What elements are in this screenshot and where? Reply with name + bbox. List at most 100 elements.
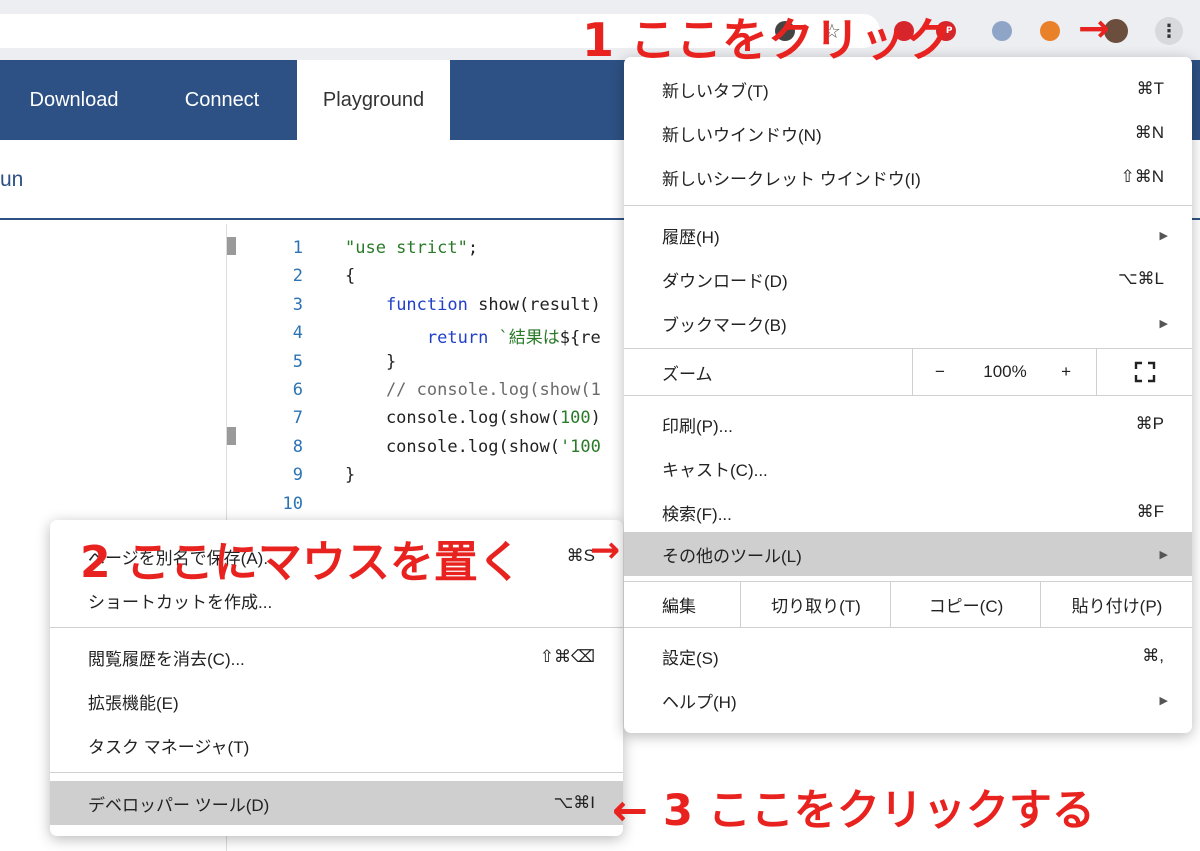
menu-divider [624, 395, 1192, 396]
code-token: console.log(show( [345, 436, 560, 457]
menu-item-shortcut: ⌘T [1136, 79, 1164, 98]
code-line: // console.log(show(1 [345, 380, 601, 400]
menu-item-shortcut: ⌘F [1136, 502, 1164, 521]
code-token: "use strict" [345, 238, 468, 258]
run-button[interactable]: un [0, 168, 23, 192]
menu-divider [624, 205, 1192, 206]
shield-icon[interactable] [992, 21, 1012, 41]
menu-item-history[interactable]: 履歴(H) ▶ [624, 213, 1192, 257]
menu-divider [624, 627, 1192, 628]
chrome-main-menu: 新しいタブ(T) ⌘T 新しいウインドウ(N) ⌘N 新しいシークレット ウイン… [624, 57, 1192, 733]
menu-item-shortcut: ⇧⌘⌫ [539, 647, 595, 666]
code-token: 100 [559, 408, 591, 429]
menu-item-label: ヘルプ(H) [662, 692, 737, 712]
menu-item-shortcut: ⌥⌘I [553, 793, 595, 812]
chrome-menu-button[interactable]: ⋮ [1155, 17, 1183, 45]
menu-item-label: ショートカットを作成... [88, 592, 273, 612]
menu-item-downloads[interactable]: ダウンロード(D) ⌥⌘L [624, 257, 1192, 301]
menu-item-label: その他のツール(L) [662, 546, 802, 566]
menu-item-print[interactable]: 印刷(P)... ⌘P [624, 402, 1192, 446]
nav-tab-connect[interactable]: Connect [148, 60, 296, 140]
zoom-in-button[interactable]: + [1061, 362, 1071, 382]
zoom-controls: − 100% + [912, 349, 1097, 395]
code-token: show(result) [467, 294, 601, 315]
menu-item-developer-tools[interactable]: デベロッパー ツール(D) ⌥⌘I [50, 781, 623, 825]
copy-button[interactable]: コピー(C) [890, 581, 1041, 627]
edit-row: 編集 切り取り(T) コピー(C) 貼り付け(P) [624, 581, 1192, 627]
menu-item-label: 新しいシークレット ウインドウ(I) [662, 169, 921, 189]
menu-item-more-tools[interactable]: その他のツール(L) ▶ [624, 532, 1192, 576]
chevron-right-icon: ▶ [1159, 548, 1168, 561]
menu-item-label: 新しいウインドウ(N) [662, 125, 822, 145]
menu-item-shortcut: ⌘, [1142, 646, 1164, 665]
code-line: console.log(show('100 [345, 437, 601, 457]
zoom-label: ズーム [662, 364, 713, 384]
code-token: } [345, 351, 397, 372]
line-number: 7 [292, 408, 303, 429]
line-number: 5 [292, 351, 303, 372]
nav-tab-download[interactable]: Download [0, 60, 148, 140]
line-number: 9 [292, 465, 303, 486]
code-token: function [385, 294, 468, 315]
annotation-step-1: 1 ここをクリック [582, 13, 953, 67]
code-token: // console.log(show(1 [345, 380, 601, 400]
code-token: console.log(show( [345, 408, 560, 429]
menu-item-new-tab[interactable]: 新しいタブ(T) ⌘T [624, 67, 1192, 111]
menu-item-clear-history[interactable]: 閲覧履歴を消去(C)... ⇧⌘⌫ [50, 635, 623, 679]
menu-item-label: ブックマーク(B) [662, 315, 787, 335]
paste-button[interactable]: 貼り付け(P) [1040, 581, 1193, 627]
menu-item-shortcut: ⌘P [1135, 414, 1164, 433]
menu-item-label: 閲覧履歴を消去(C)... [88, 649, 245, 669]
annotation-arrow-2: → [590, 530, 621, 571]
menu-divider [50, 772, 623, 773]
menu-item-cast[interactable]: キャスト(C)... [624, 446, 1192, 490]
code-line: } [345, 465, 355, 485]
menu-item-bookmarks[interactable]: ブックマーク(B) ▶ [624, 301, 1192, 345]
edit-label: 編集 [662, 596, 696, 616]
menu-item-new-window[interactable]: 新しいウインドウ(N) ⌘N [624, 111, 1192, 155]
annotation-step-3: ← 3 ここをクリックする [612, 786, 1095, 836]
menu-item-find[interactable]: 検索(F)... ⌘F [624, 490, 1192, 534]
menu-item-new-incognito-window[interactable]: 新しいシークレット ウインドウ(I) ⇧⌘N [624, 155, 1192, 199]
menu-item-help[interactable]: ヘルプ(H) ▶ [624, 678, 1192, 722]
code-line: { [345, 266, 355, 286]
menu-item-extensions[interactable]: 拡張機能(E) [50, 679, 623, 723]
code-token: ; [467, 238, 479, 258]
menu-item-label: 拡張機能(E) [88, 693, 179, 713]
menu-item-shortcut: ⇧⌘N [1120, 167, 1164, 186]
line-number: 10 [282, 493, 303, 514]
fullscreen-icon [1134, 361, 1156, 383]
line-number: 8 [292, 436, 303, 457]
line-number: 2 [292, 266, 303, 287]
menu-item-label: ダウンロード(D) [662, 271, 788, 291]
zoom-out-button[interactable]: − [935, 362, 945, 382]
menu-item-task-manager[interactable]: タスク マネージャ(T) [50, 723, 623, 767]
fullscreen-button[interactable] [1096, 349, 1193, 395]
code-line: "use strict"; [345, 238, 478, 258]
menu-item-settings[interactable]: 設定(S) ⌘, [624, 634, 1192, 678]
code-line: console.log(show(100) [345, 408, 601, 428]
menu-item-label: 新しいタブ(T) [662, 81, 769, 101]
menu-item-label: 印刷(P)... [662, 416, 733, 436]
line-number: 3 [292, 294, 303, 315]
code-line: return `結果は${re [345, 323, 601, 348]
code-line: } [345, 352, 396, 372]
chevron-right-icon: ▶ [1159, 317, 1168, 330]
menu-item-shortcut: ⌘N [1134, 123, 1164, 142]
cut-button[interactable]: 切り取り(T) [740, 581, 891, 627]
zoom-row: ズーム − 100% + [624, 349, 1192, 395]
annotation-step-2: 2 ここにマウスを置く [80, 537, 522, 588]
gutter-marker [227, 237, 236, 255]
fox-icon[interactable] [1040, 21, 1060, 41]
annotation-arrow-1: → [1078, 6, 1110, 50]
nav-tab-playground[interactable]: Playground [297, 60, 450, 140]
code-token: return [426, 328, 489, 349]
copy-label: コピー(C) [928, 596, 1004, 616]
code-token: { [345, 266, 356, 287]
chevron-right-icon: ▶ [1159, 694, 1168, 707]
line-number: 4 [292, 323, 303, 344]
menu-divider [50, 627, 623, 628]
code-token: '100 [559, 436, 601, 457]
